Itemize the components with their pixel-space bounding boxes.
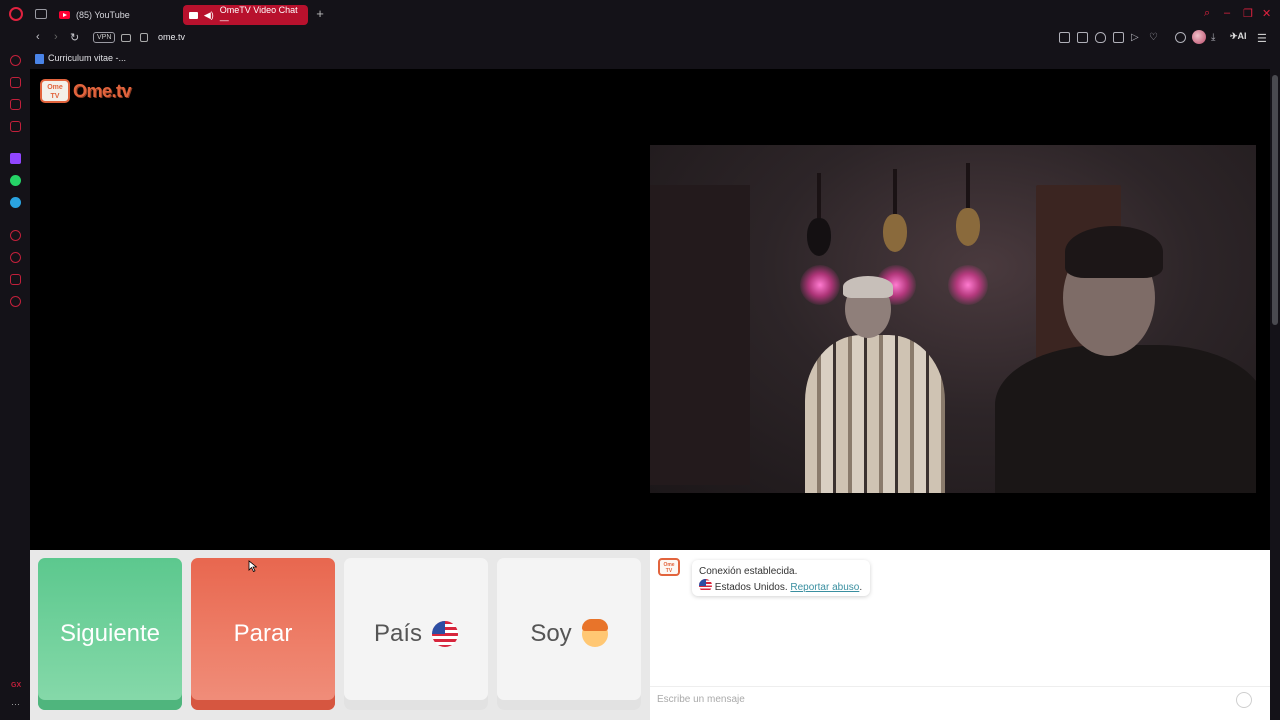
minimize-button[interactable]: – [1224, 7, 1230, 19]
forward-button[interactable]: › [54, 31, 58, 43]
message-bar [650, 686, 1270, 714]
controls-area: Siguiente Parar País Soy Ome TV Conexión… [30, 550, 1270, 720]
close-button[interactable]: ✕ [1262, 7, 1271, 20]
country-line: Estados Unidos. Reportar abuso. [699, 579, 863, 595]
next-label: Siguiente [59, 620, 161, 647]
scroll-thumb[interactable] [1272, 75, 1278, 325]
translate-icon[interactable] [1113, 32, 1124, 43]
back-button[interactable]: ‹ [36, 31, 40, 43]
snapshot-icon[interactable] [1077, 32, 1088, 43]
settings-icon[interactable] [10, 296, 21, 307]
message-input[interactable] [657, 694, 1227, 705]
video-shelf [650, 185, 750, 485]
system-message: Conexión establecida. Estados Unidos. Re… [692, 560, 870, 596]
chat-panel: Ome TV Conexión establecida. Estados Uni… [650, 550, 1270, 720]
extensions-icon[interactable] [10, 274, 21, 285]
cursor-icon [248, 560, 257, 572]
status-text: Conexión establecida. [699, 566, 798, 577]
emoji-icon[interactable] [1236, 692, 1252, 708]
stop-button[interactable]: Parar [191, 558, 335, 710]
tab-ometv[interactable]: ◀) OmeTV Video Chat — [183, 5, 308, 25]
browser-sidebar: GX ··· [0, 49, 30, 720]
ometv-favicon-icon [189, 11, 198, 19]
video-guitar [956, 163, 980, 253]
lock-icon[interactable] [140, 33, 148, 42]
workspaces-icon[interactable] [35, 9, 47, 19]
browser-tab-bar: (85) YouTube ◀) OmeTV Video Chat — + ⌕ –… [0, 0, 1280, 29]
tab-youtube[interactable]: (85) YouTube [53, 5, 178, 25]
tab-youtube-label: (85) YouTube [76, 10, 130, 20]
tab-ometv-label: OmeTV Video Chat — [219, 5, 298, 25]
bookmark-curriculum[interactable]: Curriculum vitae -... [48, 53, 126, 63]
gx-corner-icon[interactable] [10, 99, 21, 110]
twitch-icon[interactable] [10, 153, 21, 164]
us-flag-icon [432, 621, 459, 647]
whatsapp-icon[interactable] [10, 175, 21, 186]
camera-icon[interactable] [121, 34, 131, 42]
video-light [800, 265, 840, 305]
profile-avatar[interactable] [1192, 30, 1206, 44]
bag-icon[interactable] [10, 77, 21, 88]
reload-button[interactable]: ↻ [70, 31, 79, 44]
speaker-icon[interactable]: ◀) [204, 10, 214, 21]
bookmark-icon[interactable] [1059, 32, 1070, 43]
new-tab-button[interactable]: + [312, 6, 328, 22]
more-icon[interactable]: ··· [11, 699, 20, 709]
remote-video [650, 145, 1256, 493]
video-guitar [807, 173, 831, 263]
report-abuse-link[interactable]: Reportar abuso [790, 582, 859, 593]
heart-icon[interactable]: ♡ [1149, 32, 1160, 43]
video-guitar [883, 169, 907, 259]
menu-icon[interactable]: ☰ [1257, 32, 1267, 45]
country-button[interactable]: País [344, 558, 488, 710]
refresh-icon[interactable] [10, 55, 21, 66]
local-video [30, 145, 640, 495]
youtube-icon [59, 11, 70, 19]
tv-icon: Ome TV [40, 79, 70, 103]
video-light [948, 265, 988, 305]
gender-button[interactable]: Soy [497, 558, 641, 710]
news-icon[interactable] [10, 121, 21, 132]
history-icon[interactable] [10, 252, 21, 263]
next-button[interactable]: Siguiente [38, 558, 182, 710]
shield-icon[interactable] [1095, 32, 1106, 43]
ometv-page: Ome TV Ome.tv Siguiente Parar País Soy O… [30, 69, 1270, 720]
ometv-chat-icon: Ome TV [658, 558, 680, 576]
player-icon[interactable]: ▷ [1131, 32, 1142, 43]
aria-ai-button[interactable]: ✈AI [1230, 31, 1247, 42]
period-text: . [859, 582, 863, 593]
url-field[interactable]: ome.tv [158, 32, 185, 42]
document-icon [35, 54, 44, 64]
download-icon[interactable]: ⤓ [1211, 32, 1222, 43]
bookmarks-bar: Curriculum vitae -... [30, 49, 1280, 69]
us-flag-icon [699, 579, 712, 592]
page-scrollbar[interactable] [1270, 69, 1280, 720]
gx-label: GX [11, 682, 22, 689]
telegram-icon[interactable] [10, 197, 21, 208]
boy-icon [581, 619, 608, 647]
address-bar: ‹ › ↻ VPN ome.tv ▷ ♡ ⤓ ✈AI ☰ [0, 29, 1280, 49]
gender-label: Soy [530, 620, 572, 647]
country-text: Estados Unidos. [714, 582, 788, 593]
ometv-logo[interactable]: Ome TV Ome.tv [40, 77, 132, 105]
restore-button[interactable]: ❐ [1243, 7, 1253, 20]
stop-label: Parar [233, 620, 293, 647]
country-label: País [373, 620, 423, 647]
search-icon[interactable]: ⌕ [1204, 7, 1210, 20]
player-icon[interactable] [10, 230, 21, 241]
logo-text: Ome.tv [73, 80, 132, 101]
vpn-badge[interactable]: VPN [93, 32, 116, 43]
opera-logo-icon[interactable] [9, 7, 23, 21]
extensions-icon[interactable] [1175, 32, 1186, 43]
